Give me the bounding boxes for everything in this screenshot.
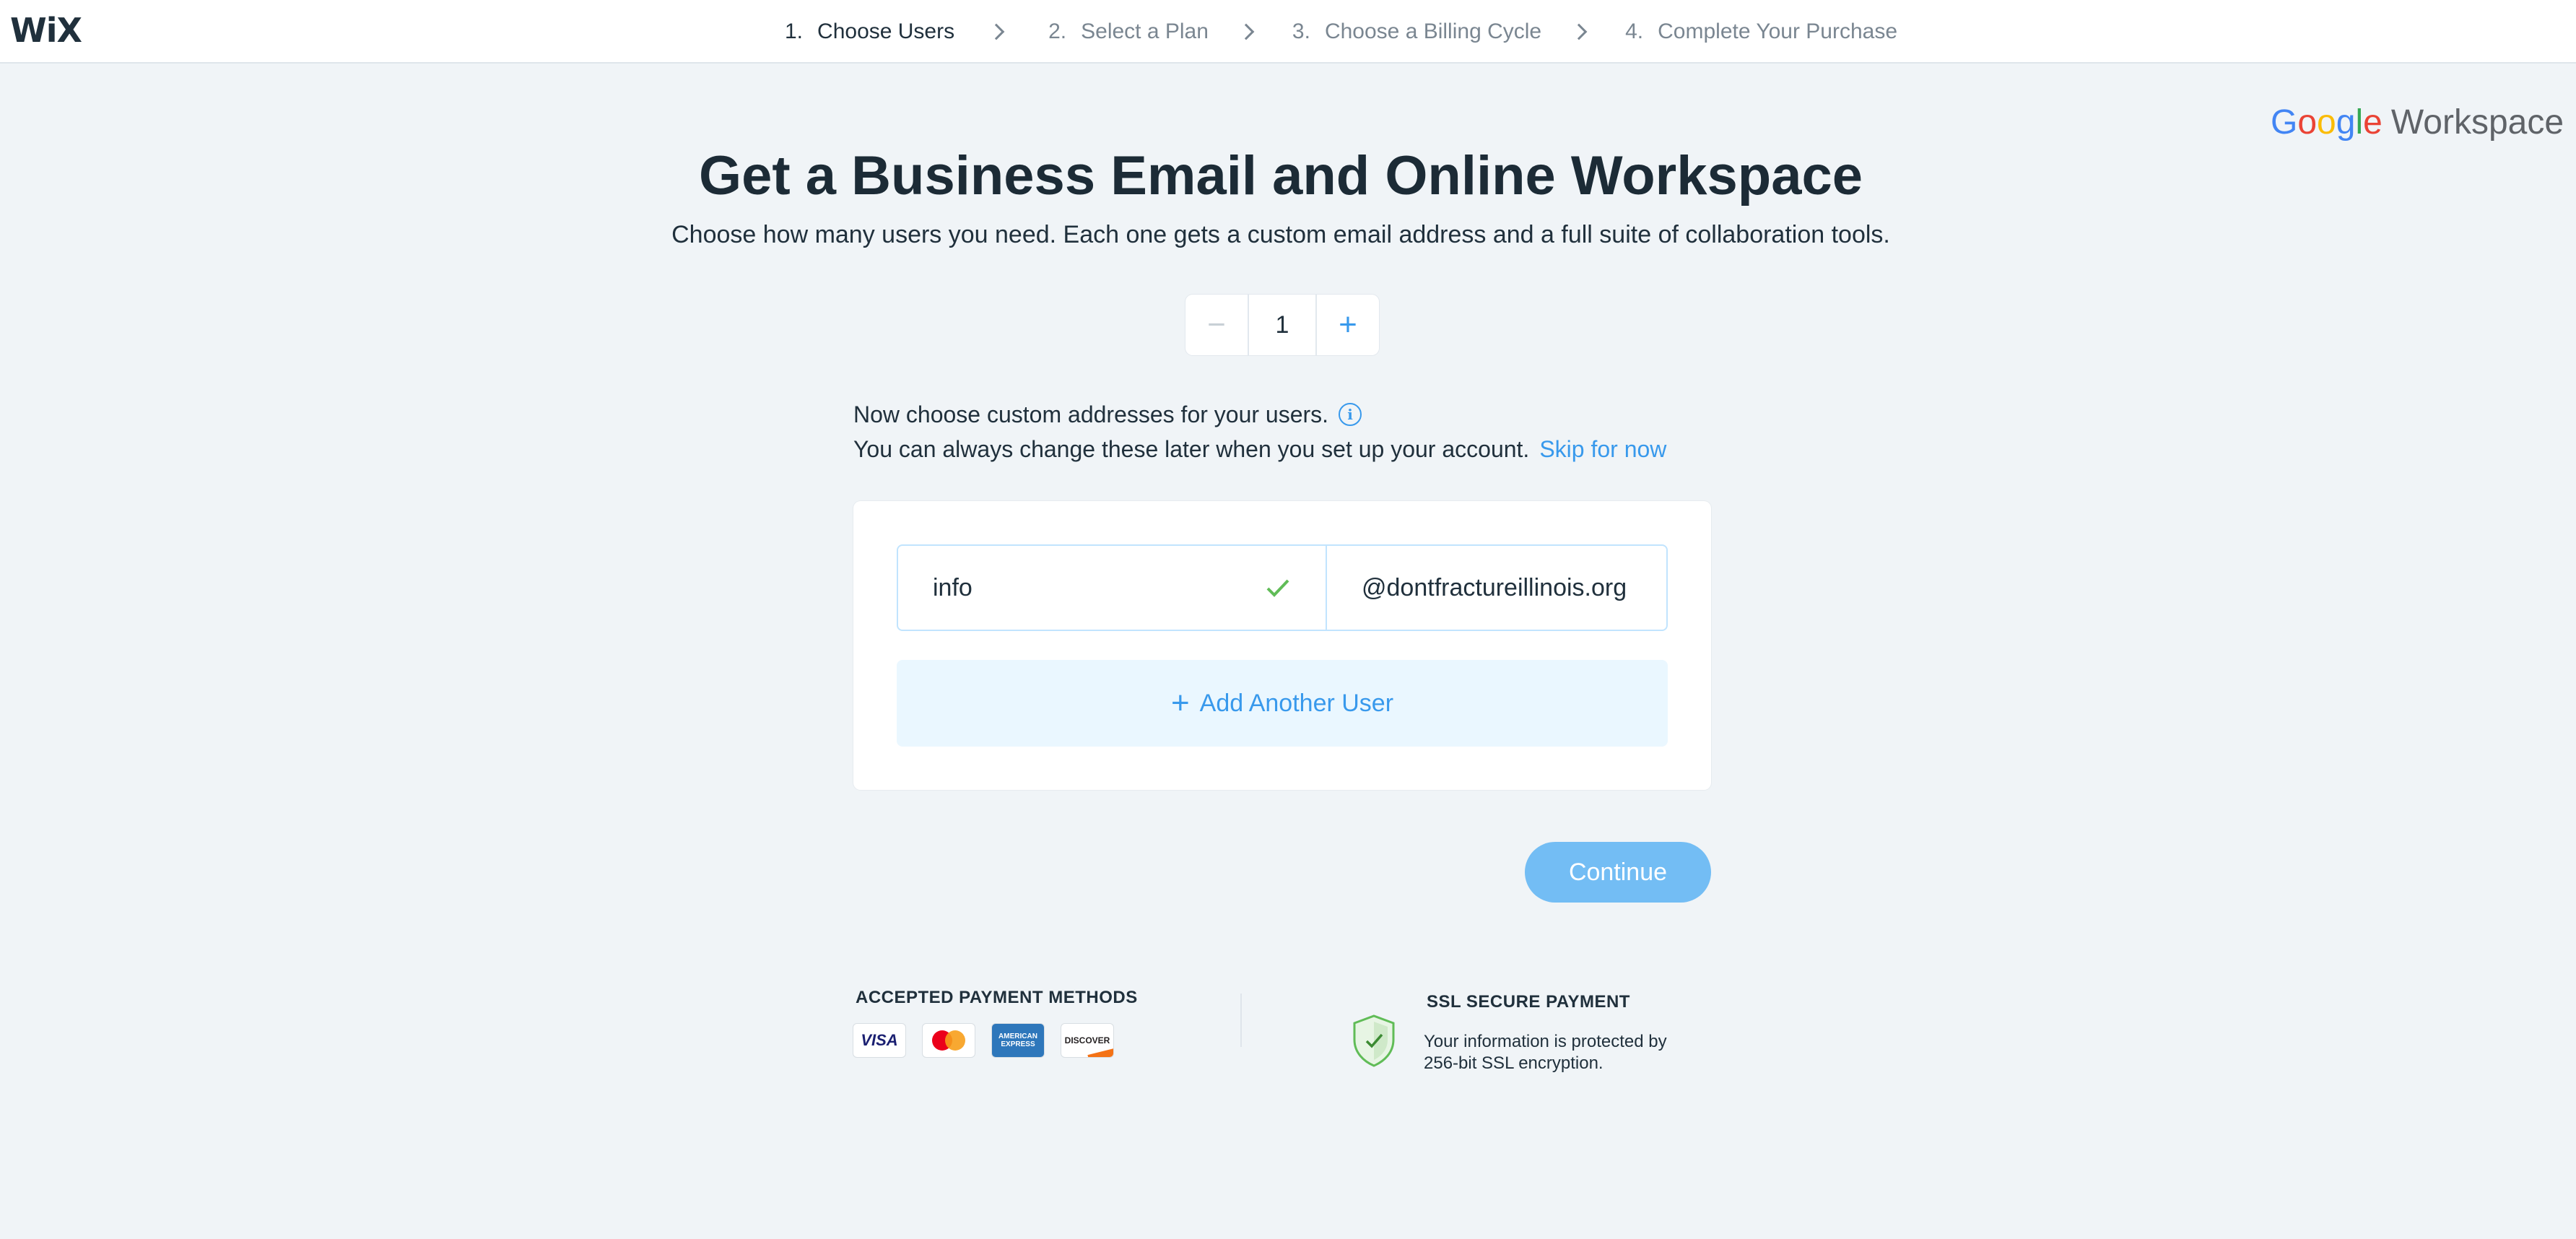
payment-methods-title: ACCEPTED PAYMENT METHODS <box>856 988 1138 1007</box>
step-number: 3. <box>1292 19 1310 43</box>
address-instructions: Now choose custom addresses for your use… <box>853 397 1666 466</box>
footer-divider <box>1240 994 1242 1047</box>
info-icon[interactable]: i <box>1339 403 1362 426</box>
step-billing-cycle: 3. Choose a Billing Cycle <box>1292 19 1541 44</box>
step-choose-users: 1. Choose Users <box>785 19 954 44</box>
step-label: Select a Plan <box>1081 19 1209 43</box>
add-another-user-button[interactable]: + Add Another User <box>897 660 1668 747</box>
plus-icon: + <box>1170 685 1190 721</box>
increment-button[interactable]: + <box>1317 295 1379 355</box>
user-count-value[interactable]: 1 <box>1248 295 1317 355</box>
step-label: Choose Users <box>817 19 955 43</box>
email-username-field[interactable]: info <box>898 546 1327 630</box>
page-title: Get a Business Email and Online Workspac… <box>698 145 1863 206</box>
instruction-line-1: Now choose custom addresses for your use… <box>853 401 1329 427</box>
skip-for-now-link[interactable]: Skip for now <box>1539 432 1666 466</box>
google-workspace-logo: Google Workspace <box>2271 103 2564 142</box>
email-address-card: info @dontfractureillinois.org + Add Ano… <box>853 501 1711 790</box>
chevron-right-icon <box>988 23 1005 40</box>
add-user-label: Add Another User <box>1199 689 1394 717</box>
page-subtitle: Choose how many users you need. Each one… <box>671 221 1890 248</box>
step-complete-purchase: 4. Complete Your Purchase <box>1625 19 1897 44</box>
step-number: 2. <box>1048 19 1067 43</box>
mastercard-icon <box>923 1024 975 1057</box>
step-number: 4. <box>1625 19 1644 43</box>
step-number: 1. <box>785 19 804 43</box>
shield-check-icon <box>1352 1014 1396 1071</box>
amex-card-icon: AMERICAN EXPRESS <box>992 1024 1044 1057</box>
continue-button[interactable]: Continue <box>1525 842 1711 903</box>
ssl-line-1: Your information is protected by <box>1424 1032 1667 1051</box>
step-label: Complete Your Purchase <box>1658 19 1898 43</box>
checkmark-icon <box>1265 575 1291 601</box>
email-username-value: info <box>933 573 972 601</box>
step-label: Choose a Billing Cycle <box>1324 19 1542 43</box>
top-bar: WiX 1. Choose Users 2. Select a Plan 3. … <box>0 0 2576 64</box>
workspace-logo-text: Workspace <box>2390 103 2564 142</box>
wix-logo[interactable]: WiX <box>10 12 82 49</box>
payment-cards: VISA AMERICAN EXPRESS DISCOVER <box>853 1024 1131 1057</box>
ssl-line-2: 256-bit SSL encryption. <box>1424 1053 1604 1073</box>
email-domain-label: @dontfractureillinois.org <box>1362 573 1627 601</box>
ssl-title: SSL SECURE PAYMENT <box>1427 992 1630 1012</box>
chevron-right-icon <box>1570 23 1588 40</box>
checkout-steps: 1. Choose Users 2. Select a Plan 3. Choo… <box>785 16 1897 48</box>
user-count-stepper: − 1 + <box>1185 295 1379 355</box>
email-address-row: info @dontfractureillinois.org <box>897 544 1668 631</box>
visa-card-icon: VISA <box>853 1024 905 1057</box>
decrement-button[interactable]: − <box>1185 295 1248 355</box>
discover-card-icon: DISCOVER <box>1061 1024 1113 1057</box>
step-select-plan: 2. Select a Plan <box>1048 19 1209 44</box>
chevron-right-icon <box>1237 23 1255 40</box>
ssl-description: Your information is protected by 256-bit… <box>1424 1031 1713 1074</box>
instruction-line-2: You can always change these later when y… <box>853 436 1530 462</box>
